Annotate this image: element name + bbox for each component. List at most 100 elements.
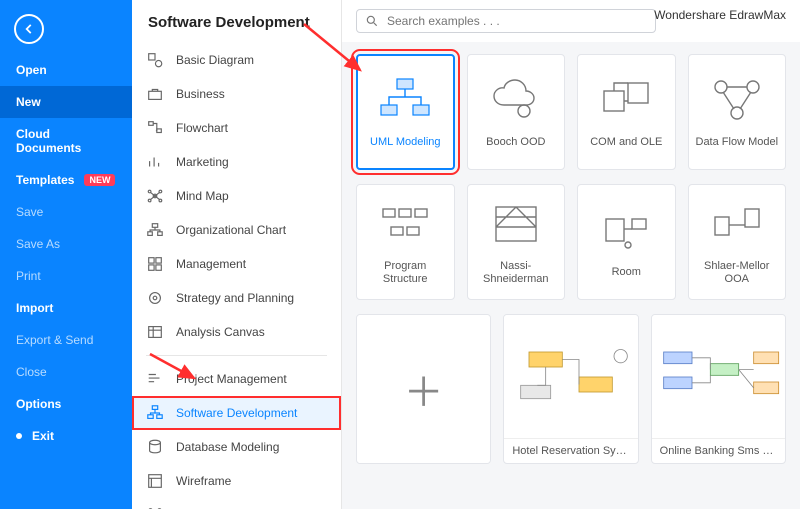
template-label: Online Banking Sms Customer: [652, 438, 785, 463]
category-item-flowchart[interactable]: Flowchart: [132, 111, 341, 145]
category-item-label: Strategy and Planning: [176, 291, 294, 305]
category-title: Software Development: [132, 0, 341, 43]
org-icon: [146, 221, 164, 239]
sidebar-item-close[interactable]: Close: [0, 356, 132, 388]
category-item-wireframe[interactable]: Wireframe: [132, 464, 341, 498]
mind-icon: [146, 187, 164, 205]
category-panel: Software Development Basic Diagram Busine…: [132, 0, 342, 509]
template-hotel-reservation-system[interactable]: Hotel Reservation System: [503, 314, 638, 464]
gantt-icon: [146, 370, 164, 388]
sidebar-item-options[interactable]: Options: [0, 388, 132, 420]
card-label: Nassi-Shneiderman: [474, 260, 559, 286]
card-label: Data Flow Model: [696, 136, 779, 149]
com-thumb-icon: [598, 74, 654, 126]
ps-thumb-icon: [377, 198, 433, 250]
sidebar-item-export-send[interactable]: Export & Send: [0, 324, 132, 356]
category-item-label: Basic Diagram: [176, 53, 254, 67]
card-label: COM and OLE: [590, 136, 662, 149]
diagram-type-booch-ood[interactable]: Booch OOD: [467, 54, 565, 170]
sidebar-item-label: Options: [16, 397, 61, 411]
sidebar-item-exit[interactable]: Exit: [0, 420, 132, 452]
wire-icon: [146, 472, 164, 490]
sidebar-item-save[interactable]: Save: [0, 196, 132, 228]
sidebar-item-label: Open: [16, 63, 47, 77]
category-item-label: Flowchart: [176, 121, 228, 135]
template-online-banking-sms-customer[interactable]: Online Banking Sms Customer: [651, 314, 786, 464]
category-item-management[interactable]: Management: [132, 247, 341, 281]
brand-label: Wondershare EdrawMax: [654, 8, 786, 22]
category-item-label: Wireframe: [176, 474, 231, 488]
sidebar-item-new[interactable]: New: [0, 86, 132, 118]
sidebar-item-label: Templates: [16, 173, 74, 187]
cloud-thumb-icon: [488, 74, 544, 126]
search-icon: [365, 14, 379, 28]
sidebar-item-templates[interactable]: Templates NEW: [0, 164, 132, 196]
card-label: Program Structure: [363, 260, 448, 286]
bullet-icon: [16, 433, 22, 439]
blank-template[interactable]: ＋: [356, 314, 491, 464]
briefcase-icon: [146, 85, 164, 103]
sidebar-item-cloud-documents[interactable]: Cloud Documents: [0, 118, 132, 164]
category-item-label: Management: [176, 257, 246, 271]
category-item-marketing[interactable]: Marketing: [132, 145, 341, 179]
diagram-type-data-flow-model[interactable]: Data Flow Model: [688, 54, 786, 170]
diagram-type-program-structure[interactable]: Program Structure: [356, 184, 455, 300]
template-thumb: [504, 315, 637, 438]
sidebar-item-label: Export & Send: [16, 333, 93, 347]
sidebar-item-open[interactable]: Open: [0, 54, 132, 86]
category-item-label: Mind Map: [176, 189, 229, 203]
template-gallery: UML Modeling Booch OOD COM and OLE Data Flo…: [342, 42, 800, 509]
new-badge: NEW: [84, 174, 115, 186]
category-item-label: Database Modeling: [176, 440, 279, 454]
template-thumb: [652, 315, 785, 438]
room-thumb-icon: [598, 204, 654, 256]
category-item-project-management[interactable]: Project Management: [132, 362, 341, 396]
dfm-thumb-icon: [709, 74, 765, 126]
bars-icon: [146, 153, 164, 171]
sm-thumb-icon: [709, 198, 765, 250]
category-item-analysis-canvas[interactable]: Analysis Canvas: [132, 315, 341, 349]
category-item-organizational-chart[interactable]: Organizational Chart: [132, 213, 341, 247]
sidebar-item-label: Close: [16, 365, 47, 379]
uml-thumb-icon: [377, 74, 433, 126]
diagram-type-com-and-ole[interactable]: COM and OLE: [577, 54, 675, 170]
diagram-type-nassi-shneiderman[interactable]: Nassi-Shneiderman: [467, 184, 566, 300]
flow-icon: [146, 119, 164, 137]
category-item-label: Business: [176, 87, 225, 101]
back-button[interactable]: [14, 14, 44, 44]
sidebar-item-label: Exit: [32, 429, 54, 443]
diagram-type-room[interactable]: Room: [577, 184, 676, 300]
template-label: Hotel Reservation System: [504, 438, 637, 463]
sidebar-item-label: New: [16, 95, 41, 109]
sidebar-item-save-as[interactable]: Save As: [0, 228, 132, 260]
category-item-strategy-and-planning[interactable]: Strategy and Planning: [132, 281, 341, 315]
category-item-database-modeling[interactable]: Database Modeling: [132, 430, 341, 464]
sidebar-item-import[interactable]: Import: [0, 292, 132, 324]
sidebar-item-label: Save As: [16, 237, 60, 251]
plus-icon: ＋: [357, 315, 490, 463]
category-item-software-development[interactable]: Software Development: [132, 396, 341, 430]
category-item-label: Marketing: [176, 155, 229, 169]
category-item-basic-diagram[interactable]: Basic Diagram: [132, 43, 341, 77]
search-box[interactable]: [356, 9, 656, 33]
uml-icon: [146, 404, 164, 422]
search-input[interactable]: [387, 14, 647, 28]
ns-thumb-icon: [488, 198, 544, 250]
card-label: Room: [612, 266, 641, 279]
card-label: Booch OOD: [486, 136, 545, 149]
category-item-label: Organizational Chart: [176, 223, 286, 237]
sidebar-item-label: Save: [16, 205, 43, 219]
category-item-business[interactable]: Business: [132, 77, 341, 111]
diagram-type-shlaer-mellor-ooa[interactable]: Shlaer-Mellor OOA: [688, 184, 787, 300]
sidebar-item-label: Cloud Documents: [16, 127, 116, 155]
main-area: UML Modeling Booch OOD COM and OLE Data Flo…: [342, 0, 800, 509]
category-item-mind-map[interactable]: Mind Map: [132, 179, 341, 213]
category-item-label: Software Development: [176, 406, 297, 420]
category-item-label: Project Management: [176, 372, 287, 386]
sidebar-item-print[interactable]: Print: [0, 260, 132, 292]
target-icon: [146, 289, 164, 307]
db-icon: [146, 438, 164, 456]
diagram-type-uml-modeling[interactable]: UML Modeling: [356, 54, 455, 170]
sidebar-item-label: Import: [16, 301, 53, 315]
category-item-network[interactable]: Network: [132, 498, 341, 509]
